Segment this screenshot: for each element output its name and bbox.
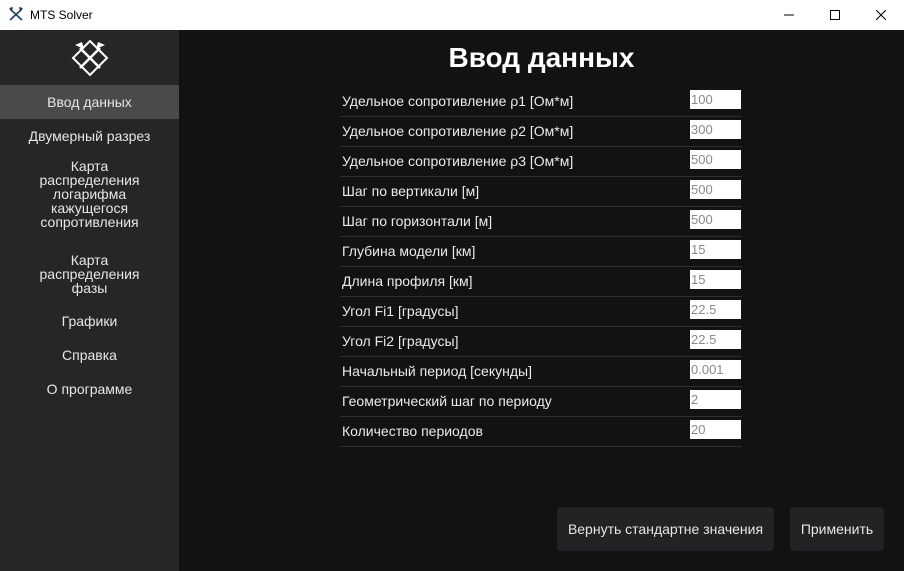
field-label: Начальный период [секунды] [342,363,532,379]
crossed-hammers-logo-icon [71,39,109,77]
page-title: Ввод данных [448,42,635,73]
period-step-field[interactable] [690,390,741,409]
sidebar-item-label: Двумерный разрез [28,128,151,144]
form-row-period-step: Геометрический шаг по периоду [340,387,742,417]
close-button[interactable] [858,0,904,30]
form-row-horizontal-step: Шаг по горизонтали [м] [340,207,742,237]
resistivity-2-field[interactable] [690,120,741,139]
form-row-vertical-step: Шаг по вертикали [м] [340,177,742,207]
sidebar-item-label: Графики [61,313,118,329]
profile-length-field[interactable] [690,270,741,289]
sidebar-item-resistivity-map[interactable]: Карта распределения логарифма кажущегося… [0,154,179,234]
sidebar-item-data-input[interactable]: Ввод данных [0,85,179,119]
field-label: Угол Fi1 [градусы] [342,303,459,319]
field-label: Удельное сопротивление ρ3 [Ом*м] [342,153,574,169]
field-label: Длина профиля [км] [342,273,473,289]
field-label: Удельное сопротивление ρ1 [Ом*м] [342,93,574,109]
initial-period-field[interactable] [690,360,741,379]
window-title: MTS Solver [30,8,93,22]
sidebar: Ввод данных Двумерный разрез Карта распр… [0,30,179,571]
model-depth-field[interactable] [690,240,741,259]
main-panel: Ввод данных Удельное сопротивление ρ1 [О… [179,30,904,571]
form-row-model-depth: Глубина модели [км] [340,237,742,267]
sidebar-item-label: Ввод данных [47,94,132,110]
window-titlebar: MTS Solver [0,0,904,30]
sidebar-item-about[interactable]: О программе [0,372,179,406]
maximize-button[interactable] [812,0,858,30]
form-row-angle-fi1: Угол Fi1 [градусы] [340,297,742,327]
angle-fi2-field[interactable] [690,330,741,349]
form-row-resistivity-3: Удельное сопротивление ρ3 [Ом*м] [340,147,742,177]
sidebar-item-2d-section[interactable]: Двумерный разрез [0,119,179,153]
reset-defaults-button[interactable]: Вернуть стандартне значения [557,507,774,551]
form-row-resistivity-2: Удельное сопротивление ρ2 [Ом*м] [340,117,742,147]
field-label: Угол Fi2 [градусы] [342,333,459,349]
field-label: Количество периодов [342,423,483,439]
sidebar-item-label: Карта распределения логарифма кажущегося… [39,158,140,230]
field-label: Шаг по горизонтали [м] [342,213,493,229]
sidebar-item-label: О программе [46,381,133,397]
field-label: Удельное сопротивление ρ2 [Ом*м] [342,123,574,139]
form-row-resistivity-1: Удельное сопротивление ρ1 [Ом*м] [340,87,742,117]
form-row-profile-length: Длина профиля [км] [340,267,742,297]
form-row-angle-fi2: Угол Fi2 [градусы] [340,327,742,357]
apply-button[interactable]: Применить [790,507,884,551]
sidebar-item-help[interactable]: Справка [0,338,179,372]
period-count-field[interactable] [690,420,741,439]
sidebar-item-graphs[interactable]: Графики [0,304,179,338]
maximize-icon [830,10,840,20]
sidebar-item-label: Карта распределения фазы [39,252,140,296]
form-row-initial-period: Начальный период [секунды] [340,357,742,387]
field-label: Шаг по вертикали [м] [342,183,480,199]
sidebar-item-label: Справка [62,347,117,363]
form-row-period-count: Количество периодов [340,417,742,447]
vertical-step-field[interactable] [690,180,741,199]
field-label: Геометрический шаг по периоду [342,393,552,409]
horizontal-step-field[interactable] [690,210,741,229]
resistivity-1-field[interactable] [690,90,741,109]
field-label: Глубина модели [км] [342,243,476,259]
app-logo-icon [9,7,23,21]
angle-fi1-field[interactable] [690,300,741,319]
resistivity-3-field[interactable] [690,150,741,169]
sidebar-item-phase-map[interactable]: Карта распределения фазы [0,248,179,300]
minimize-button[interactable] [766,0,812,30]
minimize-icon [784,14,794,16]
close-icon [876,10,886,20]
